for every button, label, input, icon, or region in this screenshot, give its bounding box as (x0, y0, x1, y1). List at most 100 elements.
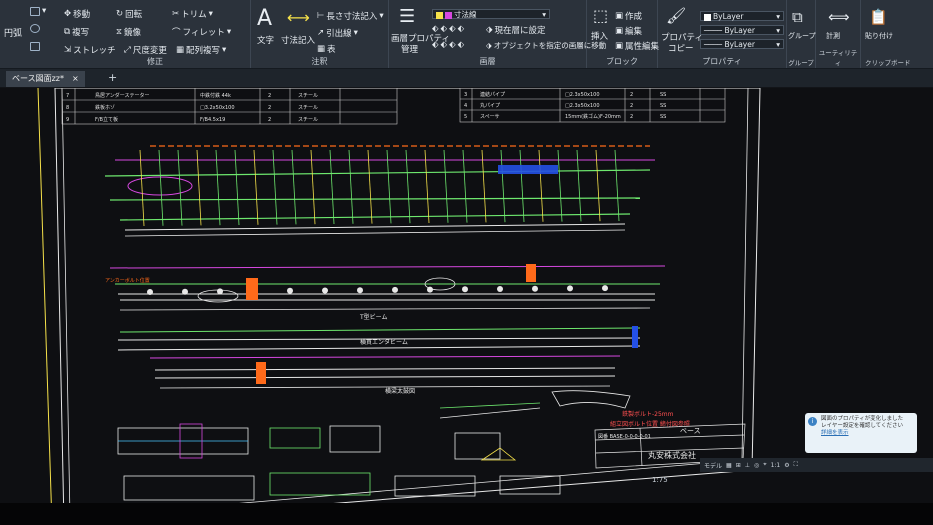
chevron-down-icon: ▾ (776, 26, 780, 35)
truss-member (177, 149, 183, 226)
bolt-hole (427, 286, 433, 293)
close-icon[interactable]: × (72, 71, 79, 87)
truss-member (481, 149, 487, 223)
current-layer-name: 寸法線 (454, 10, 477, 19)
layer-dropdown[interactable]: 寸法線 ▾ (432, 9, 550, 19)
bom-cell: 2 (268, 93, 271, 99)
fillet-button[interactable]: ⌒ フィレット ▾ (172, 26, 231, 38)
set-current-layer-button[interactable]: ⬗ 現在層に設定 (486, 24, 546, 36)
dimension-icon: ⟷ (287, 8, 310, 27)
chevron-down-icon: ▾ (379, 11, 384, 21)
linear-dimension-button[interactable]: ⊢ 長さ寸法記入 ▾ (317, 10, 384, 22)
truss-member (310, 149, 316, 225)
circle-button[interactable]: 円弧 (4, 26, 22, 39)
move-icon: ✥ (64, 9, 72, 19)
detail-views (117, 390, 631, 501)
rotate-button[interactable]: ↻ 回転 (116, 8, 142, 20)
modify-group: 円弧 ▾ ✥ 移動 ↻ 回転 ✂ トリム ▾ ⧉ 複写 ⧖ 鏡像 ⌒ フィレット ▾ ⇲ ストレッ… (0, 0, 251, 68)
notification-balloon[interactable]: i 図面のプロパティが変化しました レイヤー設定を確認してください 詳細を表示 (805, 413, 917, 453)
create-block-button[interactable]: ▣ 作成 (615, 10, 642, 22)
anchor-label: アンカーボルト位置 (105, 277, 150, 284)
truss-member (557, 149, 563, 222)
layer-tools-row1: ⬖ ⬖ ⬖ ⬖ (432, 24, 464, 34)
bom-cell: □2.3x50x100 (565, 103, 600, 109)
layer-tool-icon[interactable]: ⬖ (432, 40, 439, 50)
truss-member (139, 149, 145, 227)
color-swatch (704, 13, 711, 21)
osnap-icon[interactable]: ⌖ (763, 461, 766, 469)
block-group: ⬚ 挿入 ▣ 作成 ▣ 編集 ▣ 属性編集 ブロック (587, 0, 659, 68)
measure-button[interactable]: 計測 (826, 31, 840, 41)
layer-tool-icon[interactable]: ⬖ (441, 24, 448, 34)
bolt-hole (392, 286, 398, 293)
paste-button[interactable]: 貼り付け (865, 31, 893, 41)
layer-tool-icon[interactable]: ⬖ (458, 40, 465, 50)
linetype-dropdown[interactable]: ──── ByLayer ▾ (700, 25, 784, 35)
bolt-hole (357, 287, 363, 294)
bolt-hole (287, 287, 293, 294)
polar-icon[interactable]: ◎ (754, 462, 759, 469)
array-icon: ▦ (176, 45, 185, 55)
document-tab[interactable]: ベース図面zz* × (6, 71, 85, 87)
leader-button[interactable]: ↗ 引出線 ▾ (317, 27, 358, 39)
chevron-down-icon: ▾ (208, 9, 213, 19)
annotation-scale[interactable]: 1:1 (771, 462, 781, 469)
paste-label: 貼り付け (865, 32, 893, 40)
table-button[interactable]: ▦ 表 (317, 43, 336, 55)
grid-icon[interactable]: ▦ (726, 462, 732, 469)
insert-button[interactable]: 挿入 (591, 30, 608, 42)
copy-label: 複写 (72, 28, 90, 38)
layer-tool-icon[interactable]: ⬖ (449, 24, 456, 34)
bom-cell: F/B立て板 (95, 116, 118, 123)
text-button[interactable]: 文字 (257, 34, 274, 46)
bom-cell: 2 (268, 117, 271, 123)
rectangle-button[interactable]: ▾ (30, 6, 46, 16)
group-label: グループ (788, 32, 816, 40)
utilities-group-label: ユーティリティ (818, 49, 858, 67)
bom-cell: スチール (298, 117, 318, 123)
edit-block-button[interactable]: ▣ 編集 (615, 25, 642, 37)
scale-button[interactable]: ⤢ 尺度変更 (124, 44, 167, 56)
stretch-button[interactable]: ⇲ ストレッチ (64, 44, 116, 56)
copy-button[interactable]: ⧉ 複写 (64, 26, 89, 38)
viewport-scale[interactable]: 1:75 (652, 476, 668, 484)
layer-tool-icon[interactable]: ⬖ (449, 40, 456, 50)
measure-icon: ⟺ (828, 8, 850, 26)
snap-icon[interactable]: ⊞ (736, 462, 741, 469)
dimension-button[interactable]: 寸法記入 (281, 34, 315, 46)
array-button[interactable]: ▦ 配列複写 ▾ (176, 44, 226, 56)
layer-tool-icon[interactable]: ⬖ (432, 24, 439, 34)
layer-tool-icon[interactable]: ⬖ (441, 40, 448, 50)
bom-cell: 3 (464, 92, 467, 98)
notification-link[interactable]: 詳細を表示 (821, 430, 913, 437)
fullscreen-icon[interactable]: ⛶ (794, 461, 798, 469)
edit-block-icon: ▣ (615, 26, 624, 36)
create-block-label: 作成 (625, 12, 643, 22)
move-button[interactable]: ✥ 移動 (64, 8, 90, 20)
table-icon: ▦ (317, 44, 326, 54)
group-button[interactable]: グループ (788, 31, 816, 41)
truss-member (538, 149, 544, 222)
properties-group: 🖌 プロパティ コピー ByLayer ▾ ──── ByLayer ▾ ──── … (658, 0, 787, 68)
gear-icon[interactable]: ⚙ (784, 462, 789, 469)
ortho-icon[interactable]: ⊥ (745, 462, 750, 469)
bom-cell: F/B4.5x19 (200, 117, 225, 123)
array-label: 配列複写 (186, 46, 221, 56)
edit-attributes-label: 属性編集 (625, 42, 660, 52)
trim-button[interactable]: ✂ トリム ▾ (172, 8, 213, 20)
add-tab-icon[interactable]: + (108, 71, 117, 84)
mirror-button[interactable]: ⧖ 鏡像 (116, 26, 141, 38)
mirror-icon: ⧖ (116, 27, 122, 37)
color-dropdown[interactable]: ByLayer ▾ (700, 11, 784, 21)
edit-attributes-button[interactable]: ▣ 属性編集 (615, 40, 659, 52)
truss-frame (104, 145, 655, 237)
ellipse-button[interactable] (30, 24, 40, 33)
stretch-icon: ⇲ (64, 45, 72, 55)
layer-tool-icon[interactable]: ⬖ (458, 24, 465, 34)
bolt-hole (532, 285, 538, 292)
bom-cell: スチール (298, 105, 318, 111)
lineweight-dropdown[interactable]: ──── ByLayer ▾ (700, 39, 784, 49)
model-tab[interactable]: モデル (704, 461, 722, 470)
hatch-button[interactable] (30, 42, 40, 51)
model-space-canvas[interactable]: 7 鳥居アンダーステーター 中鉄付鉄 44k 2 スチール 8 鉄板ホゾ □3.2x50x10… (0, 88, 933, 525)
